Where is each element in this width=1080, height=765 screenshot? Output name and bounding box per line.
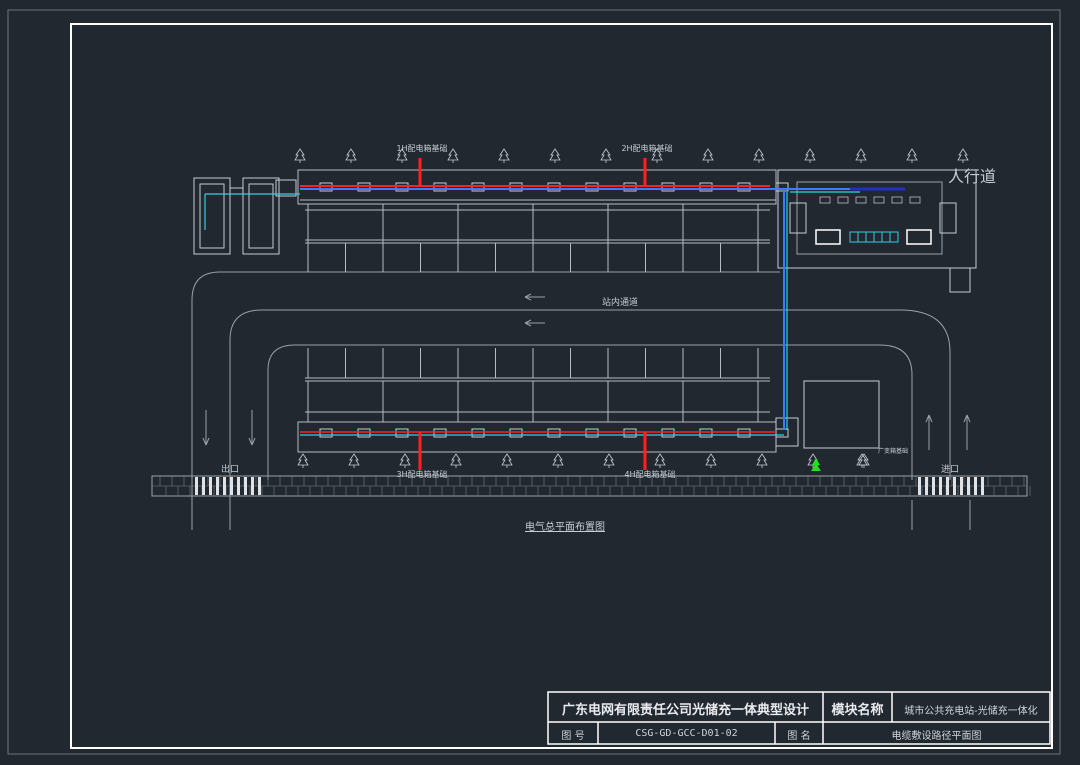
tree-icon bbox=[294, 148, 306, 163]
road-label: 站内通道 bbox=[602, 296, 638, 308]
charger-box bbox=[699, 428, 713, 438]
road-direction-arrows bbox=[202, 293, 971, 450]
tree-icon bbox=[702, 148, 714, 163]
charger-box bbox=[433, 428, 447, 438]
plan-caption: 电气总平面布置图 bbox=[525, 520, 605, 533]
pillar-label-1h: 1H配电箱基础 bbox=[396, 143, 447, 153]
outer-border bbox=[7, 9, 1061, 755]
charger-box bbox=[357, 428, 371, 438]
pillar-label-3h: 3H配电箱基础 bbox=[396, 469, 447, 479]
storage-tanks bbox=[193, 177, 297, 255]
drawing-name-value: 电缆敷设路径平面图 bbox=[891, 731, 982, 742]
tree-icon bbox=[297, 453, 309, 468]
charger-box bbox=[585, 428, 599, 438]
exit-label: 出口 bbox=[221, 463, 239, 475]
pillar-label-4h: 4H配电箱基础 bbox=[624, 469, 675, 479]
tree-icon bbox=[855, 148, 867, 163]
tree-icon bbox=[345, 148, 357, 163]
charger-box bbox=[547, 428, 561, 438]
drawing-name-label: 图 名 bbox=[787, 731, 811, 742]
tree-icon bbox=[450, 453, 462, 468]
drawing-frame bbox=[70, 23, 1053, 749]
charger-box bbox=[471, 428, 485, 438]
road-outline bbox=[191, 271, 971, 530]
cable-routes bbox=[204, 158, 905, 470]
tree-icon bbox=[447, 148, 459, 163]
charger-box bbox=[509, 428, 523, 438]
sidewalk-strip bbox=[151, 475, 1031, 497]
north-parking-bays bbox=[307, 204, 759, 272]
cable-routing-plan-drawing: 1H配电箱基础 2H配电箱基础 3H配电箱基础 4H配电箱基础 人行道 站内通道… bbox=[7, 9, 1061, 755]
tree-icon bbox=[804, 148, 816, 163]
tree-icon bbox=[549, 148, 561, 163]
north-charging-canopy bbox=[297, 169, 777, 244]
charger-box bbox=[775, 428, 789, 438]
highlighted-tree-icon bbox=[811, 458, 821, 471]
charger-box bbox=[319, 428, 333, 438]
transformer-label: 广变箱基础 bbox=[878, 447, 908, 455]
sidewalk-label: 人行道 bbox=[948, 167, 996, 186]
drawing-no-label: 图 号 bbox=[561, 731, 585, 742]
pillar-label-2h: 2H配电箱基础 bbox=[621, 143, 672, 153]
tree-icon bbox=[906, 148, 918, 163]
charger-box bbox=[737, 428, 751, 438]
tree-icon bbox=[399, 453, 411, 468]
charger-box bbox=[661, 428, 675, 438]
equipment-units bbox=[815, 196, 932, 245]
tree-icon bbox=[753, 148, 765, 163]
south-charging-canopy bbox=[297, 377, 777, 453]
tree-icon bbox=[348, 453, 360, 468]
tree-icon bbox=[654, 453, 666, 468]
charger-box bbox=[623, 428, 637, 438]
south-parking-bays bbox=[307, 348, 759, 422]
tree-icon bbox=[705, 453, 717, 468]
module-name-value: 城市公共充电站-光储充一体化 bbox=[904, 706, 1038, 717]
company-title: 广东电网有限责任公司光储充一体典型设计 bbox=[561, 703, 809, 718]
drawing-no-value: CSG-GD-GCC-D01-02 bbox=[635, 728, 738, 739]
module-name-label: 模块名称 bbox=[831, 703, 884, 718]
tree-icon bbox=[756, 453, 768, 468]
charger-box bbox=[395, 428, 409, 438]
tree-icon bbox=[498, 148, 510, 163]
tree-icon bbox=[501, 453, 513, 468]
tree-icon bbox=[957, 148, 969, 163]
tree-icon bbox=[552, 453, 564, 468]
equipment-area bbox=[775, 169, 977, 449]
landscape-trees bbox=[294, 148, 969, 468]
tree-icon bbox=[600, 148, 612, 163]
tree-icon bbox=[603, 453, 615, 468]
entrance-label: 进口 bbox=[941, 464, 959, 475]
